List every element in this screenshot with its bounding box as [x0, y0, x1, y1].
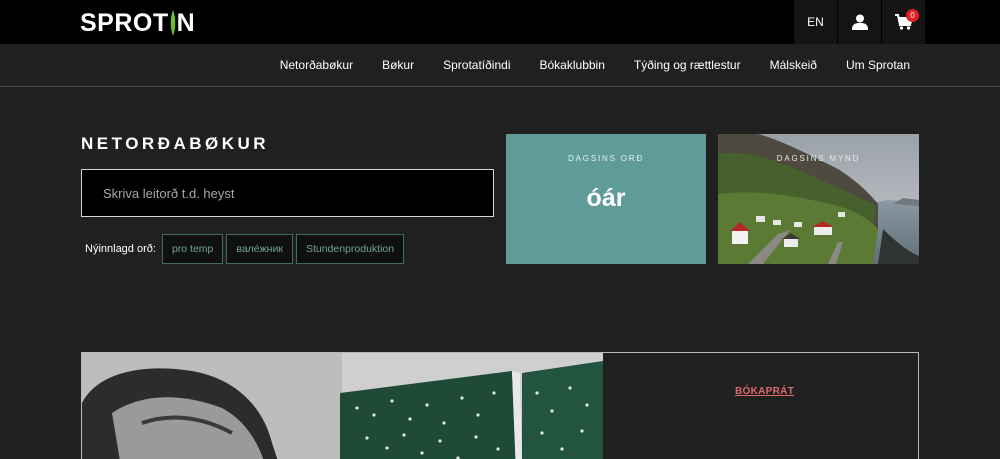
feature-image[interactable]: [82, 353, 603, 459]
header-actions: EN 0: [793, 0, 925, 44]
recent-word-chip[interactable]: pro temp: [161, 234, 224, 264]
nav-item-bokaklubbin[interactable]: Bókaklubbin: [540, 58, 605, 72]
leaf-icon: [170, 10, 175, 36]
cart-count-badge: 0: [906, 9, 919, 22]
logo-text-right: N: [176, 8, 196, 37]
nav-item-netordabokur[interactable]: Netorðabøkur: [280, 58, 353, 72]
language-switch[interactable]: EN: [793, 0, 837, 44]
word-of-the-day-label: DAGSINS ORÐ: [568, 154, 644, 163]
sprotin-logo[interactable]: SPROT N: [80, 8, 195, 38]
recent-words: Nýinnlagd orð: pro temp валéжник Stunden…: [85, 234, 405, 264]
page-title: NETORÐABØKUR: [81, 134, 270, 153]
word-of-the-day: óár: [586, 184, 626, 212]
logo-text-left: SPROT: [80, 8, 169, 37]
recent-word-chip[interactable]: валéжник: [226, 234, 293, 264]
recent-word-chip[interactable]: Stundenproduktion: [295, 234, 405, 264]
photo-of-the-day-label: DAGSINS MYND: [776, 154, 861, 163]
nav-item-bokur[interactable]: Bøkur: [382, 58, 414, 72]
nav-item-sprotatidindi[interactable]: Sprotatíðindi: [443, 58, 510, 72]
feature-block: BÓKAPRÁT: [81, 352, 919, 459]
cart-button[interactable]: 0: [881, 0, 925, 44]
word-of-the-day-card[interactable]: DAGSINS ORÐ óár: [506, 134, 706, 264]
photo-of-the-day-card[interactable]: DAGSINS MYND: [718, 134, 919, 264]
nav-item-malskeid[interactable]: Málskeið: [770, 58, 817, 72]
bokaprat-link[interactable]: BÓKAPRÁT: [735, 386, 794, 397]
account-button[interactable]: [837, 0, 881, 44]
language-label: EN: [807, 15, 824, 29]
top-bar: SPROT N EN 0: [0, 0, 1000, 44]
main-nav: Netorðabøkur Bøkur Sprotatíðindi Bókaklu…: [0, 44, 1000, 87]
recent-words-label: Nýinnlagd orð:: [85, 243, 156, 255]
nav-item-um-sprotan[interactable]: Um Sprotan: [846, 58, 910, 72]
user-icon: [851, 14, 868, 30]
author-with-book-photo: [82, 353, 603, 459]
search-input[interactable]: [81, 169, 494, 217]
nav-item-tyding[interactable]: Týðing og rættlestur: [634, 58, 741, 72]
